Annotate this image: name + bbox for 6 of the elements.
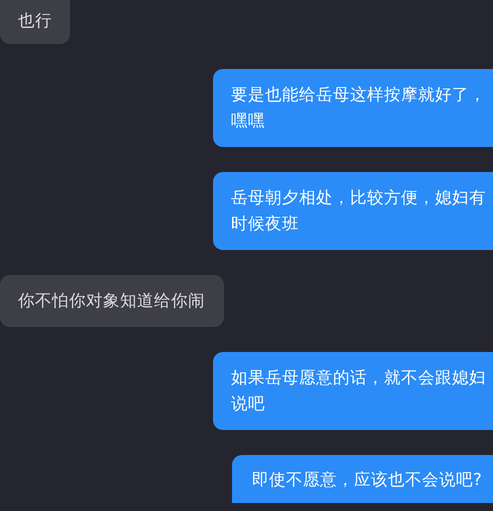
message-text: 也行 — [18, 10, 52, 32]
message-text: 如果岳母愿意的话，就不会跟媳妇 说吧 — [231, 367, 487, 415]
message-text: 要是也能给岳母这样按摩就好了， 嘿嘿 — [231, 84, 487, 132]
message-text: 你不怕你对象知道给你闹 — [18, 290, 205, 312]
message-text: 岳母朝夕相处，比较方便，媳妇有 时候夜班 — [231, 187, 487, 235]
message-text: 即使不愿意，应该也不会说吧? — [252, 469, 483, 491]
